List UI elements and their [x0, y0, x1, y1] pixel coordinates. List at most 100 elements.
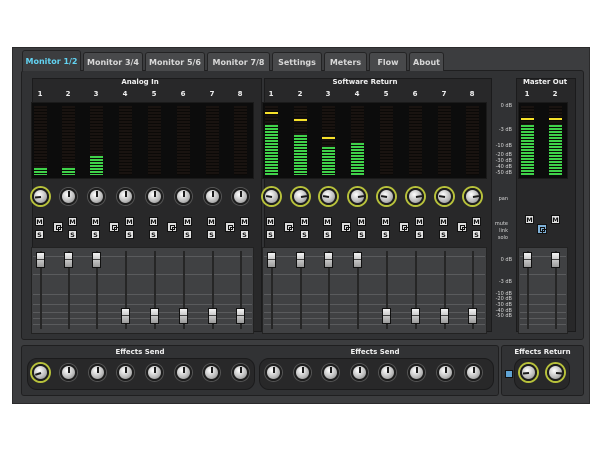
tab-monitor-7-8[interactable]: Monitor 7/8: [207, 52, 270, 71]
software-return-fader-1[interactable]: [267, 252, 276, 269]
analog-in-pair-4-mute-button-1[interactable]: M: [207, 217, 216, 226]
software-return-pan-knob-6[interactable]: [407, 188, 424, 205]
software-return-pair-3-mute-button-1[interactable]: M: [381, 217, 390, 226]
software-return-fader-2[interactable]: [296, 252, 305, 269]
software-return-pair-1-solo-button-1[interactable]: S: [266, 230, 275, 239]
effects-send-left-knob-7[interactable]: [203, 364, 220, 381]
software-return-fader-8[interactable]: [468, 308, 477, 325]
analog-in-pan-knob-4[interactable]: [117, 188, 134, 205]
tab-monitor-3-4[interactable]: Monitor 3/4: [83, 52, 143, 71]
analog-in-fader-2[interactable]: [64, 252, 73, 269]
analog-in-pair-3-solo-button-1[interactable]: S: [149, 230, 158, 239]
effects-send-right-knob-3[interactable]: [322, 364, 339, 381]
software-return-pair-2-mute-button-2[interactable]: M: [357, 217, 366, 226]
effects-return-link-icon[interactable]: [505, 370, 513, 378]
software-return-pair-2-mute-button-1[interactable]: M: [323, 217, 332, 226]
analog-in-pan-knob-7[interactable]: [204, 188, 221, 205]
analog-in-pair-1-solo-button-2[interactable]: S: [68, 230, 77, 239]
software-return-fader-5[interactable]: [382, 308, 391, 325]
analog-in-pan-knob-3[interactable]: [88, 188, 105, 205]
analog-in-pan-knob-8[interactable]: [232, 188, 249, 205]
software-return-fader-3[interactable]: [324, 252, 333, 269]
analog-in-pan-knob-2[interactable]: [60, 188, 77, 205]
analog-in-pan-knob-1[interactable]: [32, 188, 49, 205]
software-return-pair-4-mute-button-1[interactable]: M: [439, 217, 448, 226]
analog-in-pair-4-solo-button-1[interactable]: S: [207, 230, 216, 239]
software-return-pair-4-solo-button-1[interactable]: S: [439, 230, 448, 239]
effects-send-left-knob-8[interactable]: [232, 364, 249, 381]
analog-in-pair-2-mute-button-2[interactable]: M: [125, 217, 134, 226]
software-return-pan-knob-7[interactable]: [436, 188, 453, 205]
effects-send-right-knob-8[interactable]: [465, 364, 482, 381]
effects-send-left-knob-4[interactable]: [117, 364, 134, 381]
tab-monitor-5-6[interactable]: Monitor 5/6: [145, 52, 205, 71]
analog-in-fader-3[interactable]: [92, 252, 101, 269]
software-return-pair-2-link-icon[interactable]: [341, 222, 351, 232]
effects-send-right-knob-6[interactable]: [408, 364, 425, 381]
analog-in-fader-7[interactable]: [208, 308, 217, 325]
master-out-fader-1[interactable]: [523, 252, 532, 269]
analog-in-pair-1-solo-button-1[interactable]: S: [35, 230, 44, 239]
analog-in-fader-8[interactable]: [236, 308, 245, 325]
analog-in-pair-3-mute-button-1[interactable]: M: [149, 217, 158, 226]
analog-in-pair-1-mute-button-2[interactable]: M: [68, 217, 77, 226]
analog-in-pair-2-mute-button-1[interactable]: M: [91, 217, 100, 226]
software-return-pair-3-solo-button-1[interactable]: S: [381, 230, 390, 239]
analog-in-fader-4[interactable]: [121, 308, 130, 325]
master-out-link-icon[interactable]: [537, 224, 547, 234]
software-return-pair-1-solo-button-2[interactable]: S: [300, 230, 309, 239]
software-return-pan-knob-5[interactable]: [378, 188, 395, 205]
master-out-mute-button-1[interactable]: M: [525, 215, 534, 224]
analog-in-pan-knob-6[interactable]: [175, 188, 192, 205]
software-return-fader-4[interactable]: [353, 252, 362, 269]
analog-in-pair-1-link-icon[interactable]: [52, 222, 63, 232]
effects-send-left-knob-5[interactable]: [146, 364, 163, 381]
software-return-fader-7[interactable]: [440, 308, 449, 325]
software-return-pan-knob-2[interactable]: [292, 188, 309, 205]
effects-return-knob-2[interactable]: [547, 364, 564, 381]
analog-in-pair-4-mute-button-2[interactable]: M: [240, 217, 249, 226]
analog-in-pair-2-link-icon[interactable]: [109, 222, 119, 232]
effects-send-right-knob-4[interactable]: [351, 364, 368, 381]
software-return-pair-1-link-icon[interactable]: [284, 222, 294, 232]
effects-send-right-knob-2[interactable]: [294, 364, 311, 381]
software-return-pair-4-mute-button-2[interactable]: M: [472, 217, 481, 226]
effects-send-right-knob-5[interactable]: [379, 364, 396, 381]
software-return-pair-3-link-icon[interactable]: [399, 222, 409, 232]
software-return-fader-6[interactable]: [411, 308, 420, 325]
tab-about[interactable]: About: [409, 52, 444, 71]
analog-in-fader-5[interactable]: [150, 308, 159, 325]
master-out-mute-button-2[interactable]: M: [551, 215, 560, 224]
effects-send-left-knob-2[interactable]: [60, 364, 77, 381]
software-return-pair-2-solo-button-1[interactable]: S: [323, 230, 332, 239]
effects-return-knob-1[interactable]: [520, 364, 537, 381]
analog-in-fader-1[interactable]: [36, 252, 45, 269]
software-return-pair-3-mute-button-2[interactable]: M: [415, 217, 424, 226]
effects-send-left-knob-6[interactable]: [175, 364, 192, 381]
software-return-pair-4-link-icon[interactable]: [456, 222, 467, 232]
analog-in-fader-6[interactable]: [179, 308, 188, 325]
analog-in-pair-3-link-icon[interactable]: [167, 222, 177, 232]
effects-send-left-knob-3[interactable]: [89, 364, 106, 381]
effects-send-left-knob-1[interactable]: [32, 364, 49, 381]
analog-in-pair-2-solo-button-2[interactable]: S: [125, 230, 134, 239]
analog-in-pair-4-link-icon[interactable]: [224, 222, 235, 232]
analog-in-pan-knob-5[interactable]: [146, 188, 163, 205]
software-return-pan-knob-3[interactable]: [320, 188, 337, 205]
software-return-pan-knob-4[interactable]: [349, 188, 366, 205]
software-return-pair-3-solo-button-2[interactable]: S: [415, 230, 424, 239]
software-return-pair-1-mute-button-1[interactable]: M: [266, 217, 275, 226]
tab-settings[interactable]: Settings: [272, 52, 322, 71]
tab-monitor-1-2[interactable]: Monitor 1/2: [22, 50, 81, 71]
analog-in-pair-3-solo-button-2[interactable]: S: [183, 230, 192, 239]
tab-meters[interactable]: Meters: [324, 52, 367, 71]
master-out-fader-2[interactable]: [551, 252, 560, 269]
software-return-pair-2-solo-button-2[interactable]: S: [357, 230, 366, 239]
analog-in-pair-1-mute-button-1[interactable]: M: [35, 217, 44, 226]
effects-send-right-knob-1[interactable]: [265, 364, 282, 381]
analog-in-pair-3-mute-button-2[interactable]: M: [183, 217, 192, 226]
software-return-pair-1-mute-button-2[interactable]: M: [300, 217, 309, 226]
effects-send-right-knob-7[interactable]: [437, 364, 454, 381]
tab-flow[interactable]: Flow: [369, 52, 407, 71]
analog-in-pair-2-solo-button-1[interactable]: S: [91, 230, 100, 239]
